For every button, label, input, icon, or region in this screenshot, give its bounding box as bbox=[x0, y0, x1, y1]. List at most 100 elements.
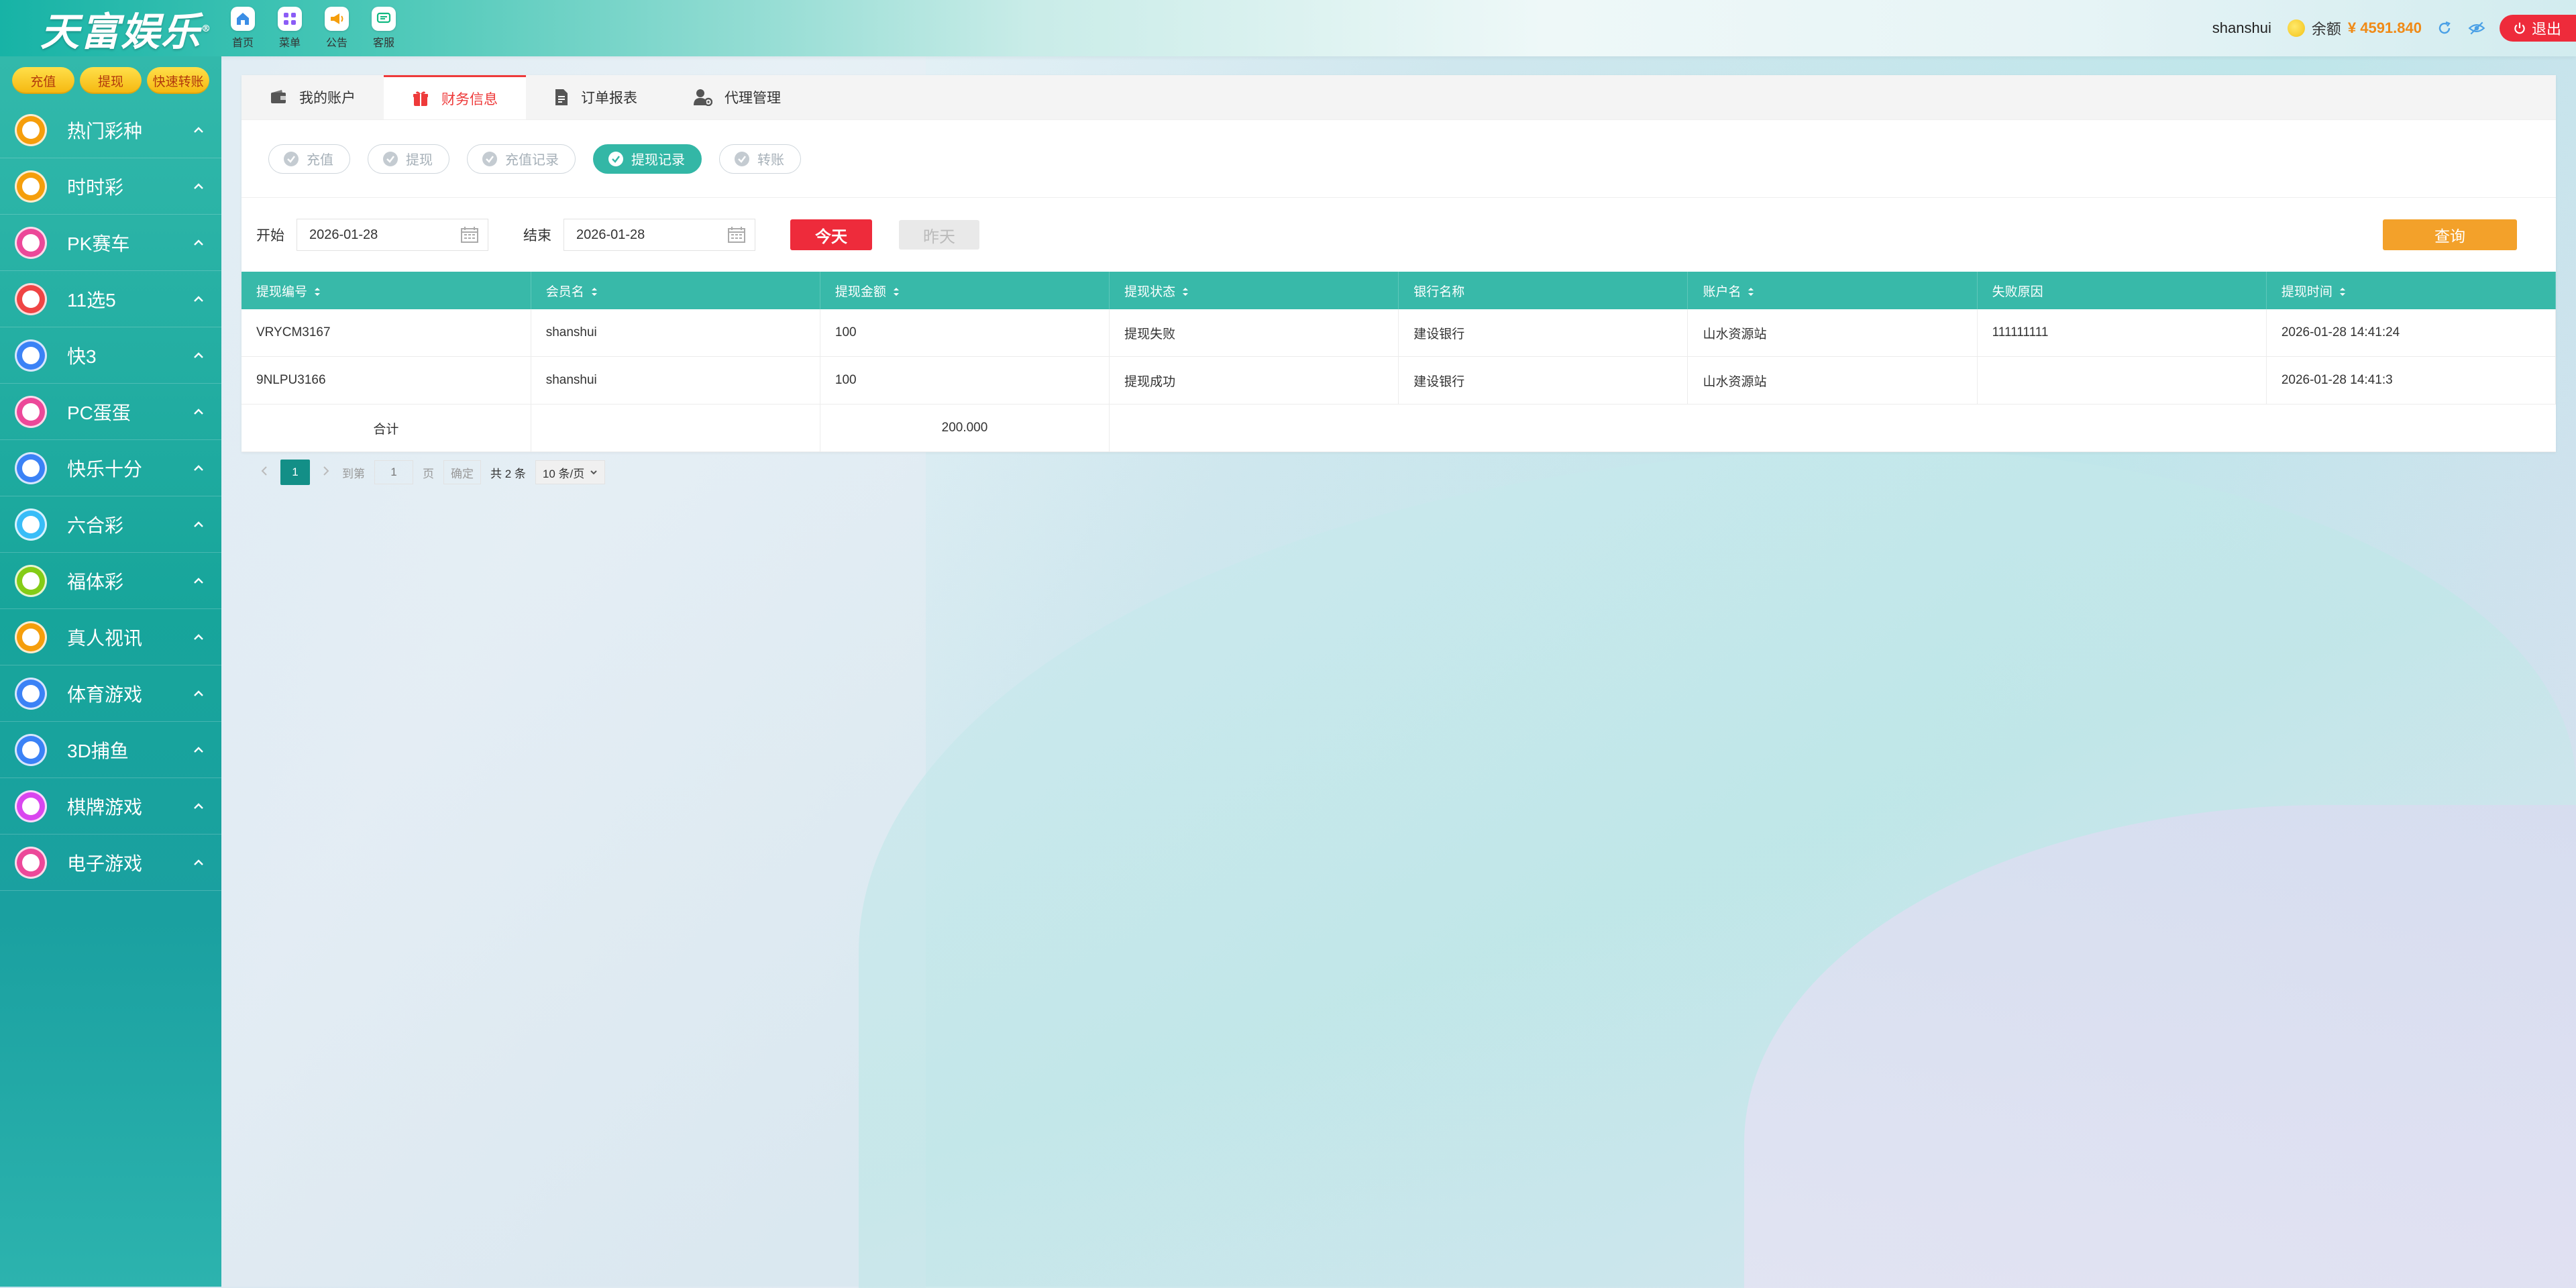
tab-finance-info[interactable]: 财务信息 bbox=[384, 75, 526, 119]
goto-confirm-button[interactable]: 确定 bbox=[443, 460, 481, 484]
tab-order-report[interactable]: 订单报表 bbox=[526, 75, 665, 119]
query-button[interactable]: 查询 bbox=[2383, 219, 2517, 250]
table-cell bbox=[531, 404, 820, 452]
sort-icon[interactable] bbox=[314, 286, 321, 297]
lottery-ball-icon bbox=[15, 733, 47, 766]
topnav-menu[interactable]: 菜单 bbox=[275, 7, 305, 50]
chevron-up-icon[interactable] bbox=[192, 236, 205, 250]
sidebar-item[interactable]: 快3 bbox=[0, 327, 221, 384]
table-row: 9NLPU3166 shanshui 100 提现成功 建设银行 山水资源站 2026-01… bbox=[241, 356, 2557, 405]
prev-page-icon[interactable] bbox=[258, 466, 271, 480]
column-header[interactable]: 会员名 bbox=[531, 272, 820, 309]
sidebar-item[interactable]: PK赛车 bbox=[0, 215, 221, 271]
sort-icon[interactable] bbox=[591, 286, 598, 297]
chevron-up-icon[interactable] bbox=[192, 405, 205, 419]
next-page-icon[interactable] bbox=[319, 466, 333, 480]
megaphone-icon bbox=[325, 7, 349, 31]
topnav-home-label: 首页 bbox=[231, 38, 254, 49]
sidebar-item[interactable]: 3D捕鱼 bbox=[0, 722, 221, 778]
chevron-up-icon[interactable] bbox=[192, 518, 205, 531]
topnav-service[interactable]: 客服 bbox=[369, 7, 398, 50]
sidebar-item-label: 快3 bbox=[67, 345, 97, 367]
check-circle-icon bbox=[383, 151, 398, 166]
column-header-label: 提现状态 bbox=[1124, 284, 1176, 299]
sidebar-item[interactable]: 11选5 bbox=[0, 271, 221, 327]
refresh-icon[interactable] bbox=[2435, 19, 2454, 38]
current-page-button[interactable]: 1 bbox=[280, 460, 310, 485]
chevron-up-icon[interactable] bbox=[192, 349, 205, 362]
chevron-up-icon[interactable] bbox=[192, 743, 205, 757]
sidebar-item[interactable]: 体育游戏 bbox=[0, 665, 221, 722]
lottery-ball-icon bbox=[15, 451, 47, 484]
deposit-button[interactable]: 充值 bbox=[12, 67, 74, 94]
sidebar-item[interactable]: 福体彩 bbox=[0, 553, 221, 609]
lottery-ball-icon bbox=[15, 395, 47, 428]
table-cell: 9NLPU3166 bbox=[241, 356, 531, 405]
eye-hide-icon[interactable] bbox=[2467, 19, 2486, 38]
sidebar-item[interactable]: PC蛋蛋 bbox=[0, 384, 221, 440]
subtab[interactable]: 充值 bbox=[268, 144, 350, 174]
column-header[interactable]: 提现时间 bbox=[2266, 272, 2557, 309]
sidebar-item[interactable]: 六合彩 bbox=[0, 496, 221, 553]
lottery-ball-icon bbox=[15, 170, 47, 203]
subtab[interactable]: 充值记录 bbox=[467, 144, 576, 174]
sort-icon[interactable] bbox=[1748, 286, 1754, 297]
sidebar-item[interactable]: 真人视讯 bbox=[0, 609, 221, 665]
finance-subtabs: 充值 提现 充值记录 提现记录 转账 bbox=[241, 120, 2556, 198]
sidebar-item[interactable]: 棋牌游戏 bbox=[0, 778, 221, 835]
calendar-icon bbox=[461, 227, 478, 243]
subtab-label: 充值记录 bbox=[505, 153, 559, 168]
top-header: 天富娱乐® 首页 菜单 公告 客服 shanshui 余额 ¥ 4591.840… bbox=[0, 0, 2576, 56]
column-header[interactable]: 提现编号 bbox=[241, 272, 531, 309]
sidebar-item-label: 时时彩 bbox=[67, 176, 124, 198]
tab-finance-info-label: 财务信息 bbox=[441, 91, 498, 107]
table-cell: shanshui bbox=[531, 309, 820, 357]
table-header-row: 提现编号 会员名 提现金额 提现状态 银行名称 账户名 失败原因 提现时间 bbox=[241, 272, 2557, 309]
sort-icon[interactable] bbox=[893, 286, 900, 297]
tab-my-account-label: 我的账户 bbox=[299, 91, 356, 106]
subtab[interactable]: 转账 bbox=[719, 144, 801, 174]
lottery-ball-icon bbox=[15, 282, 47, 315]
column-header[interactable]: 提现状态 bbox=[1109, 272, 1399, 309]
goto-page-input[interactable]: 1 bbox=[374, 460, 413, 484]
tab-agent-management[interactable]: 代理管理 bbox=[665, 75, 809, 119]
wallet-icon bbox=[271, 90, 286, 103]
brand-logo[interactable]: 天富娱乐® bbox=[40, 5, 212, 54]
sort-icon[interactable] bbox=[1182, 286, 1189, 297]
sidebar-item[interactable]: 时时彩 bbox=[0, 158, 221, 215]
page-size-select[interactable]: 10 条/页 bbox=[535, 460, 606, 484]
sort-icon[interactable] bbox=[2339, 286, 2346, 297]
column-header[interactable]: 提现金额 bbox=[820, 272, 1110, 309]
sidebar-item[interactable]: 热门彩种 bbox=[0, 102, 221, 158]
chevron-up-icon[interactable] bbox=[192, 292, 205, 306]
topnav-notice-label: 公告 bbox=[325, 38, 347, 49]
start-date-input[interactable]: 2026-01-28 bbox=[297, 219, 488, 251]
yesterday-button[interactable]: 昨天 bbox=[899, 220, 979, 250]
chevron-up-icon[interactable] bbox=[192, 800, 205, 813]
subtab[interactable]: 提现记录 bbox=[593, 144, 702, 174]
table-cell: 建设银行 bbox=[1398, 356, 1688, 405]
chevron-up-icon[interactable] bbox=[192, 631, 205, 644]
end-date-input[interactable]: 2026-01-28 bbox=[564, 219, 755, 251]
chevron-up-icon[interactable] bbox=[192, 180, 205, 193]
chevron-up-icon[interactable] bbox=[192, 687, 205, 700]
today-button[interactable]: 今天 bbox=[790, 219, 872, 250]
quick-transfer-button[interactable]: 快速转账 bbox=[147, 67, 210, 94]
withdraw-button[interactable]: 提现 bbox=[79, 67, 142, 94]
tab-my-account[interactable]: 我的账户 bbox=[241, 75, 384, 119]
sidebar-item[interactable]: 快乐十分 bbox=[0, 440, 221, 496]
subtab[interactable]: 提现 bbox=[368, 144, 449, 174]
table-cell bbox=[1977, 356, 2267, 405]
chevron-up-icon[interactable] bbox=[192, 856, 205, 869]
sidebar-item[interactable]: 电子游戏 bbox=[0, 835, 221, 891]
chevron-up-icon[interactable] bbox=[192, 462, 205, 475]
chevron-up-icon[interactable] bbox=[192, 574, 205, 588]
main-panel: 我的账户 财务信息 订单报表 代理管理 充值 提现 充值记录 提现记录 转账 开始 20… bbox=[241, 75, 2557, 485]
topnav-home[interactable]: 首页 bbox=[228, 7, 258, 50]
topnav-notice[interactable]: 公告 bbox=[322, 7, 352, 50]
column-header[interactable]: 账户名 bbox=[1687, 272, 1978, 309]
check-circle-icon bbox=[735, 151, 749, 166]
chevron-up-icon[interactable] bbox=[192, 123, 205, 137]
logout-button[interactable]: 退出 bbox=[2499, 15, 2576, 42]
username: shanshui bbox=[2212, 19, 2271, 36]
